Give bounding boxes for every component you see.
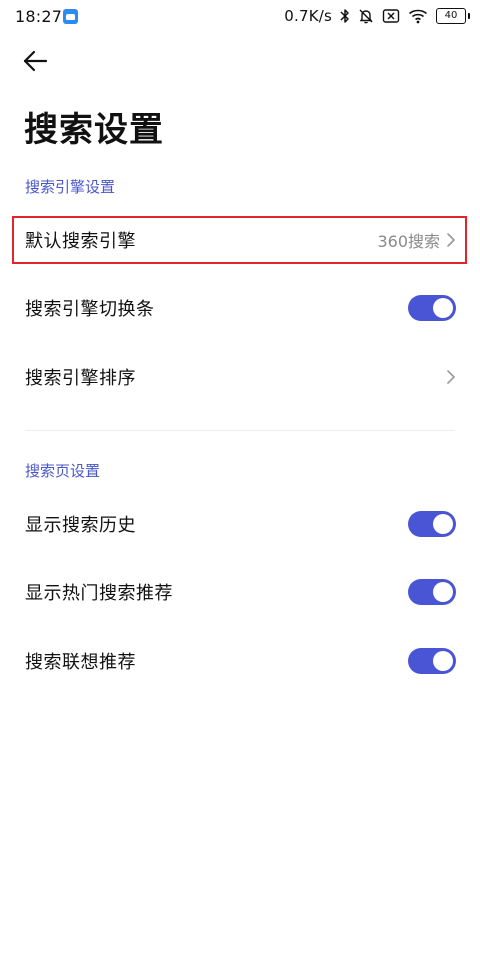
engine-sort-control	[446, 369, 456, 385]
show-search-history-toggle[interactable]	[408, 511, 456, 537]
engine-switch-bar-toggle[interactable]	[408, 295, 456, 321]
show-search-history-control	[408, 511, 456, 537]
section-header-engine: 搜索引擎设置	[25, 178, 116, 196]
chevron-right-icon	[446, 369, 456, 385]
default-search-engine-value-group: 360搜索	[377, 228, 456, 252]
battery-icon: 40	[436, 8, 470, 24]
app-notification-icon	[63, 9, 78, 24]
search-suggest-label: 搜索联想推荐	[25, 652, 136, 673]
sim-disabled-icon	[382, 8, 400, 24]
section-header-search-page: 搜索页设置	[25, 462, 101, 480]
toggle-knob	[433, 298, 453, 318]
search-suggest-toggle[interactable]	[408, 648, 456, 674]
status-icons: 0.7K/s 40	[284, 5, 470, 27]
search-suggest-row[interactable]: 搜索联想推荐	[0, 636, 480, 686]
search-settings-screen: 18:27 0.7K/s 40 搜索设置 搜索引擎设置 默认搜索引擎 360搜索…	[0, 0, 480, 960]
engine-switch-bar-row[interactable]: 搜索引擎切换条	[0, 283, 480, 333]
silent-bell-icon	[358, 8, 374, 24]
back-button[interactable]	[18, 44, 52, 78]
toggle-knob	[433, 651, 453, 671]
battery-level: 40	[444, 10, 458, 21]
show-search-history-row[interactable]: 显示搜索历史	[0, 499, 480, 549]
default-search-engine-value: 360搜索	[377, 232, 440, 251]
section-divider	[25, 430, 455, 431]
default-search-engine-label: 默认搜索引擎	[25, 231, 136, 252]
engine-switch-bar-control	[408, 295, 456, 321]
network-speed: 0.7K/s	[284, 7, 332, 25]
status-bar: 18:27 0.7K/s 40	[0, 0, 480, 34]
search-suggest-control	[408, 648, 456, 674]
chevron-right-icon	[446, 232, 456, 248]
wifi-icon	[408, 8, 428, 24]
status-time: 18:27	[15, 7, 63, 26]
engine-sort-label: 搜索引擎排序	[25, 368, 136, 389]
show-hot-search-row[interactable]: 显示热门搜索推荐	[0, 567, 480, 617]
page-title: 搜索设置	[24, 110, 164, 150]
engine-switch-bar-label: 搜索引擎切换条	[25, 299, 155, 320]
toggle-knob	[433, 582, 453, 602]
show-hot-search-label: 显示热门搜索推荐	[25, 583, 173, 604]
arrow-left-icon	[23, 50, 48, 72]
engine-sort-row[interactable]: 搜索引擎排序	[0, 352, 480, 402]
bluetooth-icon	[340, 8, 350, 24]
show-hot-search-toggle[interactable]	[408, 579, 456, 605]
default-search-engine-row[interactable]: 默认搜索引擎 360搜索	[0, 215, 480, 265]
show-search-history-label: 显示搜索历史	[25, 515, 136, 536]
toggle-knob	[433, 514, 453, 534]
show-hot-search-control	[408, 579, 456, 605]
